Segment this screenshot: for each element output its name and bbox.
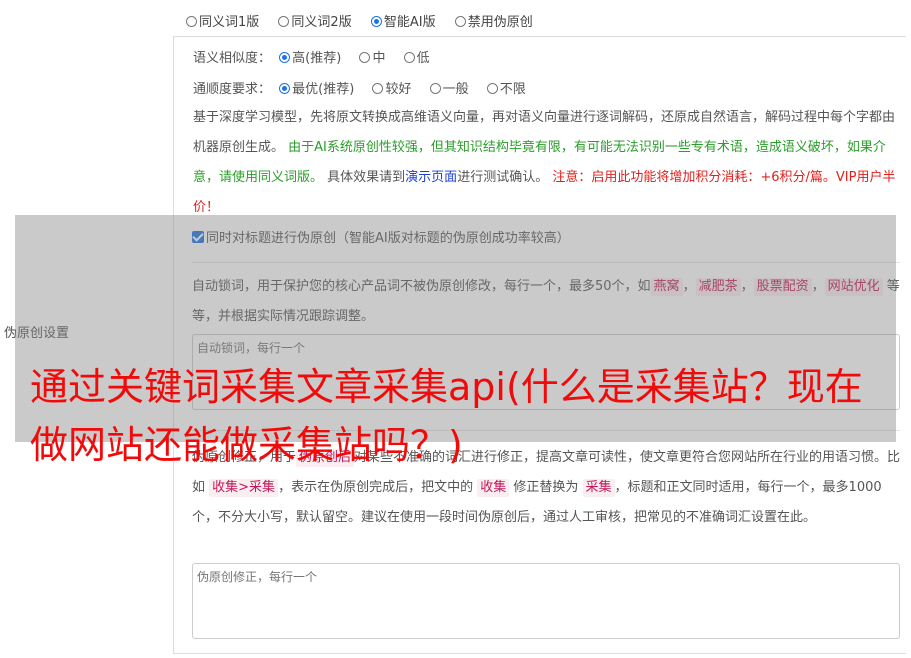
radio-icon[interactable] [403,52,415,63]
radio-icon[interactable] [359,52,371,63]
description-text-3: 进行测试确认。 [457,170,549,185]
version-option-disable[interactable]: 禁用伪原创 [454,15,533,30]
similarity-row: 语义相似度： 高(推荐) 中 低 [193,47,444,66]
radio-icon[interactable] [429,83,441,94]
fluency-label: 通顺度要求： [193,82,272,97]
description-text-2: 具体效果请到 [327,170,406,185]
fix-words-textarea[interactable] [192,563,900,639]
radio-checked-icon[interactable] [279,83,291,94]
fluency-option-any[interactable]: 不限 [486,82,526,97]
similarity-option-high[interactable]: 高(推荐) [279,51,341,66]
fluency-option-best[interactable]: 最优(推荐) [279,82,354,97]
radio-checked-icon[interactable] [370,16,382,27]
radio-icon[interactable] [372,83,384,94]
version-radio-group: 同义词1版 同义词2版 智能AI版 禁用伪原创 [186,11,548,30]
example-tag: 采集 [582,479,615,497]
article-headline: 通过关键词采集文章采集api(什么是采集站？现在做网站还能做采集站吗？) [30,365,863,467]
similarity-option-low[interactable]: 低 [403,51,430,66]
fluency-option-normal[interactable]: 一般 [429,82,469,97]
version-option-synonym1[interactable]: 同义词1版 [186,15,259,30]
example-tag: 收集 [477,479,510,497]
fluency-row: 通顺度要求： 最优(推荐) 较好 一般 不限 [193,78,540,97]
radio-checked-icon[interactable] [279,52,291,63]
similarity-option-medium[interactable]: 中 [359,51,385,66]
radio-icon[interactable] [278,16,290,27]
similarity-label: 语义相似度： [193,51,272,66]
radio-icon[interactable] [486,83,498,94]
version-option-synonym2[interactable]: 同义词2版 [278,15,352,30]
radio-icon[interactable] [454,16,466,27]
demo-page-link[interactable]: 演示页面 [405,170,457,185]
radio-icon[interactable] [186,16,197,27]
example-tag: 收集>采集 [209,479,279,497]
version-option-ai[interactable]: 智能AI版 [370,15,436,30]
ai-description: 基于深度学习模型，先将原文转换成高维语义向量，再对语义向量进行逐词解码，还原成自… [193,103,903,223]
fluency-option-good[interactable]: 较好 [372,82,411,97]
